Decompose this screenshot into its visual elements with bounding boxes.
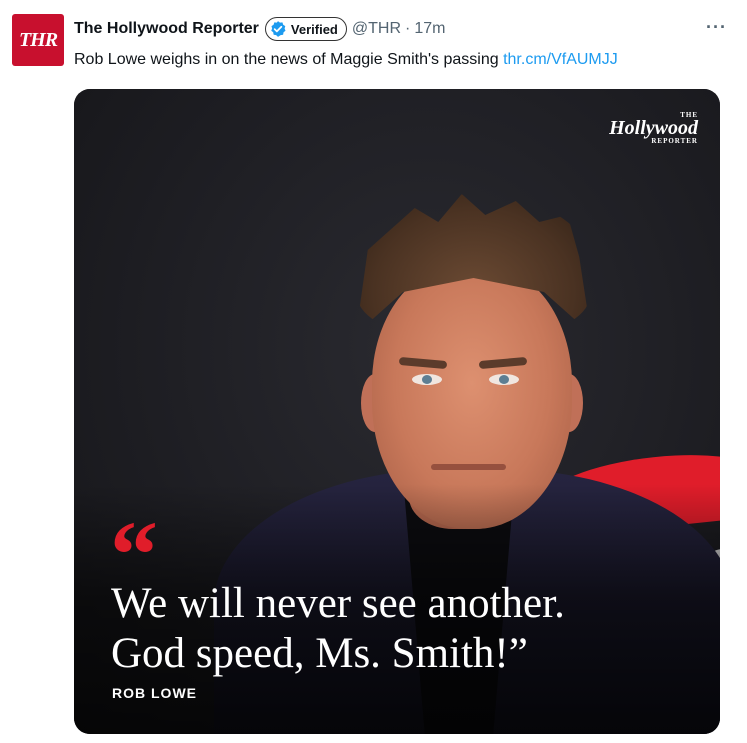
tweet-body: Rob Lowe weighs in on the news of Maggie…	[74, 51, 499, 68]
verified-label: Verified	[290, 21, 338, 37]
separator: ·	[405, 20, 411, 37]
account-name[interactable]: The Hollywood Reporter	[74, 20, 259, 38]
mouth	[431, 464, 506, 470]
verified-check-icon	[271, 21, 286, 37]
brand-logo-text: Hollywood	[609, 117, 698, 139]
tweet-text: Rob Lowe weighs in on the news of Maggie…	[74, 50, 618, 70]
quote-line-2: God speed, Ms. Smith!”	[111, 630, 528, 677]
tweet-header: The Hollywood Reporter Verified @THR · 1…	[74, 17, 727, 41]
quote-text: We will never see another. God speed, Ms…	[111, 579, 565, 679]
eye-right	[489, 374, 519, 385]
timestamp[interactable]: 17m	[414, 20, 445, 38]
quote-attribution: ROB LOWE	[112, 685, 197, 701]
tweet-link[interactable]: thr.cm/VfAUMJJ	[503, 51, 618, 68]
more-options-icon[interactable]: ···	[706, 17, 727, 38]
eye-left	[412, 374, 442, 385]
media-image[interactable]: THE Hollywood REPORTER “ We will never s…	[74, 89, 720, 734]
quote-line-1: We will never see another.	[111, 580, 565, 627]
brand-logo: THE Hollywood REPORTER	[609, 111, 698, 145]
verified-badge[interactable]: Verified	[264, 17, 347, 41]
account-handle[interactable]: @THR	[352, 20, 401, 38]
avatar[interactable]: THR	[12, 14, 64, 66]
